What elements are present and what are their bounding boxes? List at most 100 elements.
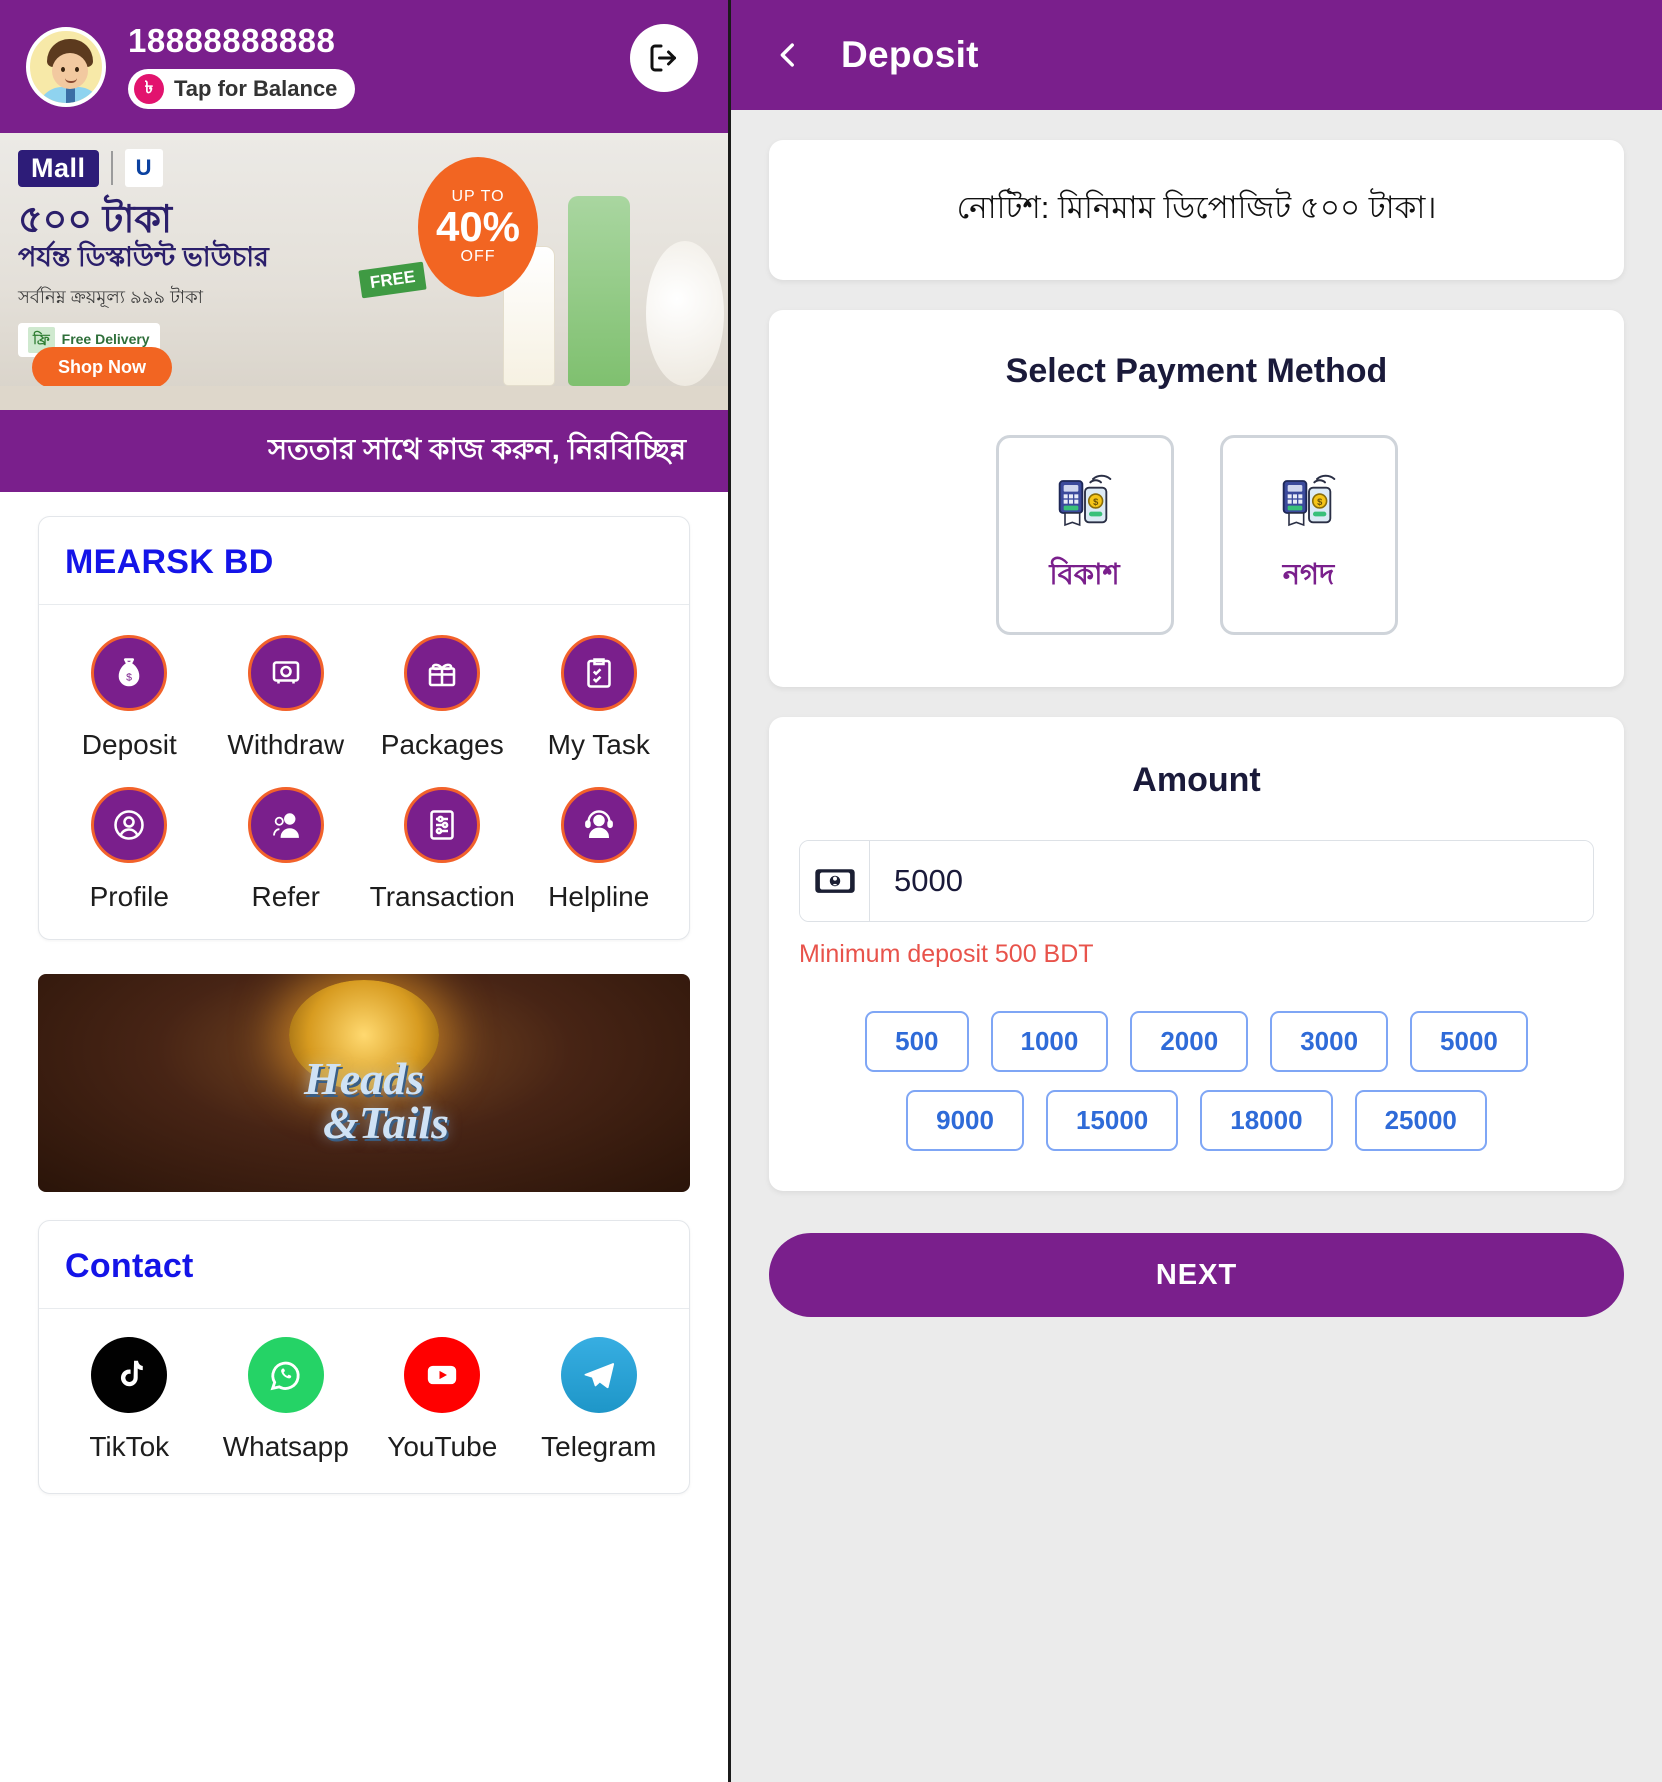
contact-card-title: Contact [65,1247,194,1285]
svg-text:$: $ [126,672,132,684]
contact-item-label: Telegram [541,1431,657,1462]
contact-card-header: Contact [39,1221,689,1309]
promo-headline-1: ৫০০ টাকা [18,199,172,241]
quick-amount-chip[interactable]: 18000 [1200,1090,1333,1151]
contact-item-tiktok[interactable]: TikTok [51,1337,208,1463]
amount-card: Amount Minimum deposit 500 BDT [769,717,1624,1191]
game-banner-text: Heads &Tails [279,1056,450,1148]
logout-button[interactable] [630,24,698,92]
amount-input[interactable] [870,841,1593,921]
contact-item-telegram[interactable]: Telegram [521,1337,678,1463]
refer-people-icon [247,787,324,863]
contact-item-label: YouTube [387,1431,498,1462]
contact-section: Contact TikTok Whatsapp YouTube Telegram [0,1192,728,1494]
quick-amount-chip[interactable]: 3000 [1270,1011,1389,1072]
unilever-logo: U [124,149,163,187]
home-header: 18888888888 ৳ Tap for Balance [0,0,728,133]
menu-item-deposit[interactable]: $ Deposit [51,635,208,761]
back-button[interactable] [771,35,805,75]
notice-card: নোটিশ: মিনিমাম ডিপোজিট ৫০০ টাকা। [769,140,1624,280]
marquee-banner: সততার সাথে কাজ করুন, নিরবিচ্ছিন্ন [0,410,728,492]
contact-grid: TikTok Whatsapp YouTube Telegram [39,1309,689,1493]
payment-method-label: নগদ [1282,559,1335,591]
tap-for-balance-button[interactable]: ৳ Tap for Balance [128,68,356,109]
user-circle-icon [91,787,168,863]
amount-title: Amount [1132,761,1261,799]
quick-amount-chip[interactable]: 25000 [1354,1090,1487,1151]
quick-amount-chip[interactable]: 1000 [990,1011,1109,1072]
page-title: Deposit [841,34,979,75]
money-bag-icon: $ [91,635,168,711]
heads-and-tails-banner[interactable]: Heads &Tails [38,974,690,1192]
menu-item-helpline[interactable]: Helpline [521,787,678,913]
menu-item-profile[interactable]: Profile [51,787,208,913]
discount-badge: UP TO 40% OFF [418,157,538,297]
minimum-deposit-hint: Minimum deposit 500 BDT [799,940,1094,968]
svg-text:$: $ [1093,497,1099,507]
balance-label: Tap for Balance [174,75,338,101]
home-content: MEARSK BD $ Deposit Withdraw Packages My… [0,492,728,940]
promo-text-block: Mall U ৫০০ টাকা পর্যন্ত ডিস্কাউন্ট ভাউচা… [18,149,398,357]
headset-support-icon [560,787,637,863]
contact-item-youtube[interactable]: YouTube [364,1337,521,1463]
shelf-decoration [0,386,728,410]
user-phone: 18888888888 [128,22,336,60]
quick-amount-chip[interactable]: 9000 [906,1090,1024,1151]
payment-method-title: Select Payment Method [1005,352,1388,390]
promo-subline: সর্বনিম্ন ক্রয়মূল্য ৯৯৯ টাকা [18,286,203,307]
contact-item-label: Whatsapp [222,1431,349,1462]
next-button[interactable]: NEXT [769,1233,1624,1317]
payment-method-list: $ বিকাশ $ নগদ [769,435,1624,635]
menu-item-label: Profile [89,881,169,912]
back-chevron-icon [780,43,794,67]
menu-item-refer[interactable]: Refer [208,787,365,913]
menu-item-label: Deposit [81,729,177,760]
menu-item-label: Withdraw [227,729,345,760]
quick-amount-chip[interactable]: 500 [865,1011,969,1072]
menu-grid: $ Deposit Withdraw Packages My Task Prof… [39,605,689,939]
quick-amount-chip[interactable]: 2000 [1130,1011,1249,1072]
promo-headline-2: পর্যন্ত ডিস্কাউন্ট ভাউচার [18,242,269,272]
deposit-panel: Deposit নোটিশ: মিনিমাম ডিপোজিট ৫০০ টাকা।… [731,0,1662,1782]
quick-amount-list: 500 1000 2000 3000 5000 9000 15000 18000… [799,1011,1594,1151]
contact-card: Contact TikTok Whatsapp YouTube Telegram [38,1220,690,1494]
youtube-icon [404,1337,481,1413]
gift-box-icon [404,635,481,711]
payment-method-card: Select Payment Method $ বিকাশ $ নগদ [769,310,1624,687]
menu-item-packages[interactable]: Packages [364,635,521,761]
menu-item-label: Helpline [548,881,650,912]
app-screen: 18888888888 ৳ Tap for Balance FREE Mall … [0,0,1662,1782]
menu-item-label: Packages [380,729,504,760]
notice-text: নোটিশ: মিনিমাম ডিপোজিট ৫০০ টাকা। [956,190,1437,225]
user-info: 18888888888 ৳ Tap for Balance [128,22,356,109]
payment-method-bkash[interactable]: $ বিকাশ [995,435,1174,635]
task-list-icon [560,635,637,711]
tiktok-icon [91,1337,168,1413]
shop-now-button[interactable]: Shop Now [32,347,172,388]
discount-value: 40% [435,203,521,250]
free-delivery-label: Free Delivery [61,331,150,348]
discount-off-label: OFF [460,248,496,265]
menu-card: MEARSK BD $ Deposit Withdraw Packages My… [38,516,690,940]
svg-text:$: $ [1317,497,1323,507]
contact-item-label: TikTok [89,1431,170,1462]
promo-banner[interactable]: FREE Mall U ৫০০ টাকা পর্যন্ত ডিস্কাউন্ট … [0,133,728,410]
quick-amount-chip[interactable]: 5000 [1410,1011,1528,1072]
payment-method-nagad[interactable]: $ নগদ [1219,435,1398,635]
pos-mobile-payment-icon: $ [1277,469,1341,538]
game-title-line2: &Tails [322,1097,450,1148]
menu-item-my-task[interactable]: My Task [521,635,678,761]
menu-card-title: MEARSK BD [65,543,274,581]
avatar[interactable] [26,26,106,107]
menu-item-label: My Task [547,729,650,760]
menu-item-transaction[interactable]: Transaction [364,787,521,913]
deposit-content: নোটিশ: মিনিমাম ডিপোজিট ৫০০ টাকা। Select … [731,110,1662,1347]
logout-icon [650,44,676,72]
telegram-icon [560,1337,637,1413]
quick-amount-chip[interactable]: 15000 [1045,1090,1179,1151]
menu-item-withdraw[interactable]: Withdraw [208,635,365,761]
banknote-icon [800,841,870,921]
payment-method-label: বিকাশ [1049,559,1120,591]
deposit-header: Deposit [731,0,1662,110]
contact-item-whatsapp[interactable]: Whatsapp [208,1337,365,1463]
